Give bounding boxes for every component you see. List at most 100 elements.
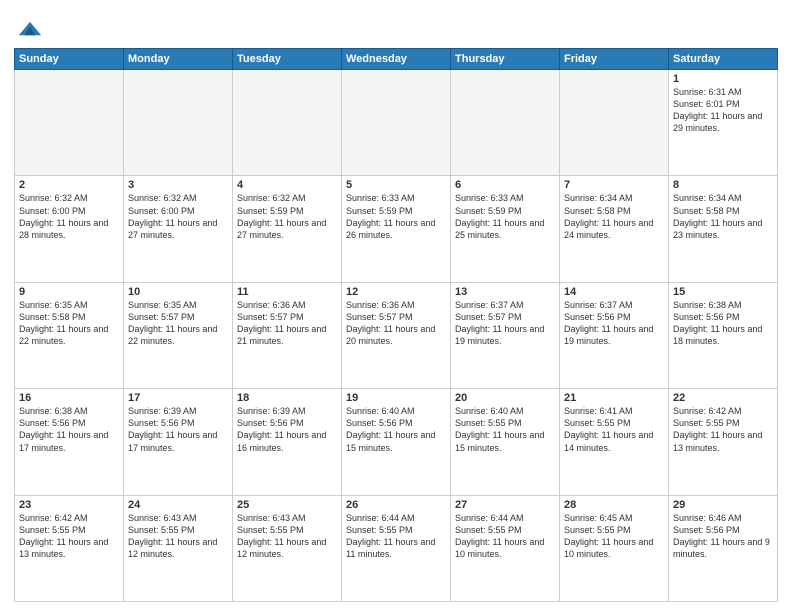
day-number: 28 xyxy=(564,499,664,511)
calendar-cell: 17Sunrise: 6:39 AM Sunset: 5:56 PM Dayli… xyxy=(124,389,233,495)
day-number: 7 xyxy=(564,179,664,191)
day-number: 14 xyxy=(564,286,664,298)
calendar-cell: 22Sunrise: 6:42 AM Sunset: 5:55 PM Dayli… xyxy=(669,389,778,495)
calendar-cell xyxy=(342,70,451,176)
day-info: Sunrise: 6:44 AM Sunset: 5:55 PM Dayligh… xyxy=(346,512,446,561)
calendar-cell xyxy=(560,70,669,176)
calendar-cell: 21Sunrise: 6:41 AM Sunset: 5:55 PM Dayli… xyxy=(560,389,669,495)
day-info: Sunrise: 6:40 AM Sunset: 5:55 PM Dayligh… xyxy=(455,405,555,454)
day-number: 6 xyxy=(455,179,555,191)
weekday-header-friday: Friday xyxy=(560,49,669,70)
calendar-row-4: 23Sunrise: 6:42 AM Sunset: 5:55 PM Dayli… xyxy=(15,495,778,601)
weekday-header-row: SundayMondayTuesdayWednesdayThursdayFrid… xyxy=(15,49,778,70)
day-info: Sunrise: 6:36 AM Sunset: 5:57 PM Dayligh… xyxy=(346,299,446,348)
day-info: Sunrise: 6:39 AM Sunset: 5:56 PM Dayligh… xyxy=(237,405,337,454)
day-number: 16 xyxy=(19,392,119,404)
day-number: 12 xyxy=(346,286,446,298)
weekday-header-thursday: Thursday xyxy=(451,49,560,70)
day-number: 10 xyxy=(128,286,228,298)
day-number: 4 xyxy=(237,179,337,191)
logo-icon xyxy=(16,14,44,42)
calendar-cell: 28Sunrise: 6:45 AM Sunset: 5:55 PM Dayli… xyxy=(560,495,669,601)
page: SundayMondayTuesdayWednesdayThursdayFrid… xyxy=(0,0,792,612)
day-info: Sunrise: 6:41 AM Sunset: 5:55 PM Dayligh… xyxy=(564,405,664,454)
day-info: Sunrise: 6:34 AM Sunset: 5:58 PM Dayligh… xyxy=(564,192,664,241)
day-number: 20 xyxy=(455,392,555,404)
calendar-cell: 3Sunrise: 6:32 AM Sunset: 6:00 PM Daylig… xyxy=(124,176,233,282)
calendar-cell: 11Sunrise: 6:36 AM Sunset: 5:57 PM Dayli… xyxy=(233,282,342,388)
day-number: 27 xyxy=(455,499,555,511)
day-info: Sunrise: 6:33 AM Sunset: 5:59 PM Dayligh… xyxy=(455,192,555,241)
calendar-cell: 18Sunrise: 6:39 AM Sunset: 5:56 PM Dayli… xyxy=(233,389,342,495)
day-info: Sunrise: 6:37 AM Sunset: 5:57 PM Dayligh… xyxy=(455,299,555,348)
calendar-cell xyxy=(15,70,124,176)
calendar-cell: 15Sunrise: 6:38 AM Sunset: 5:56 PM Dayli… xyxy=(669,282,778,388)
calendar-cell: 19Sunrise: 6:40 AM Sunset: 5:56 PM Dayli… xyxy=(342,389,451,495)
calendar-cell: 6Sunrise: 6:33 AM Sunset: 5:59 PM Daylig… xyxy=(451,176,560,282)
day-info: Sunrise: 6:45 AM Sunset: 5:55 PM Dayligh… xyxy=(564,512,664,561)
day-info: Sunrise: 6:37 AM Sunset: 5:56 PM Dayligh… xyxy=(564,299,664,348)
day-info: Sunrise: 6:32 AM Sunset: 5:59 PM Dayligh… xyxy=(237,192,337,241)
calendar-cell: 14Sunrise: 6:37 AM Sunset: 5:56 PM Dayli… xyxy=(560,282,669,388)
calendar-cell: 12Sunrise: 6:36 AM Sunset: 5:57 PM Dayli… xyxy=(342,282,451,388)
calendar-cell: 5Sunrise: 6:33 AM Sunset: 5:59 PM Daylig… xyxy=(342,176,451,282)
calendar-cell xyxy=(233,70,342,176)
calendar-cell xyxy=(124,70,233,176)
day-number: 22 xyxy=(673,392,773,404)
calendar-row-1: 2Sunrise: 6:32 AM Sunset: 6:00 PM Daylig… xyxy=(15,176,778,282)
calendar-cell: 24Sunrise: 6:43 AM Sunset: 5:55 PM Dayli… xyxy=(124,495,233,601)
day-info: Sunrise: 6:38 AM Sunset: 5:56 PM Dayligh… xyxy=(19,405,119,454)
calendar-cell: 20Sunrise: 6:40 AM Sunset: 5:55 PM Dayli… xyxy=(451,389,560,495)
calendar-cell: 16Sunrise: 6:38 AM Sunset: 5:56 PM Dayli… xyxy=(15,389,124,495)
header xyxy=(14,10,778,42)
day-number: 24 xyxy=(128,499,228,511)
logo xyxy=(14,14,44,42)
day-info: Sunrise: 6:43 AM Sunset: 5:55 PM Dayligh… xyxy=(237,512,337,561)
calendar-cell: 10Sunrise: 6:35 AM Sunset: 5:57 PM Dayli… xyxy=(124,282,233,388)
day-number: 21 xyxy=(564,392,664,404)
calendar-cell: 26Sunrise: 6:44 AM Sunset: 5:55 PM Dayli… xyxy=(342,495,451,601)
day-number: 17 xyxy=(128,392,228,404)
day-info: Sunrise: 6:40 AM Sunset: 5:56 PM Dayligh… xyxy=(346,405,446,454)
calendar-cell: 7Sunrise: 6:34 AM Sunset: 5:58 PM Daylig… xyxy=(560,176,669,282)
day-number: 1 xyxy=(673,73,773,85)
day-info: Sunrise: 6:32 AM Sunset: 6:00 PM Dayligh… xyxy=(19,192,119,241)
calendar-cell xyxy=(451,70,560,176)
calendar-row-2: 9Sunrise: 6:35 AM Sunset: 5:58 PM Daylig… xyxy=(15,282,778,388)
day-info: Sunrise: 6:46 AM Sunset: 5:56 PM Dayligh… xyxy=(673,512,773,561)
day-number: 19 xyxy=(346,392,446,404)
day-number: 9 xyxy=(19,286,119,298)
day-info: Sunrise: 6:35 AM Sunset: 5:57 PM Dayligh… xyxy=(128,299,228,348)
day-number: 18 xyxy=(237,392,337,404)
weekday-header-sunday: Sunday xyxy=(15,49,124,70)
calendar-cell: 13Sunrise: 6:37 AM Sunset: 5:57 PM Dayli… xyxy=(451,282,560,388)
weekday-header-saturday: Saturday xyxy=(669,49,778,70)
day-info: Sunrise: 6:39 AM Sunset: 5:56 PM Dayligh… xyxy=(128,405,228,454)
day-info: Sunrise: 6:31 AM Sunset: 6:01 PM Dayligh… xyxy=(673,86,773,135)
day-info: Sunrise: 6:35 AM Sunset: 5:58 PM Dayligh… xyxy=(19,299,119,348)
day-number: 2 xyxy=(19,179,119,191)
day-info: Sunrise: 6:34 AM Sunset: 5:58 PM Dayligh… xyxy=(673,192,773,241)
day-info: Sunrise: 6:42 AM Sunset: 5:55 PM Dayligh… xyxy=(19,512,119,561)
calendar-table: SundayMondayTuesdayWednesdayThursdayFrid… xyxy=(14,48,778,602)
day-number: 8 xyxy=(673,179,773,191)
day-number: 29 xyxy=(673,499,773,511)
day-info: Sunrise: 6:43 AM Sunset: 5:55 PM Dayligh… xyxy=(128,512,228,561)
calendar-row-3: 16Sunrise: 6:38 AM Sunset: 5:56 PM Dayli… xyxy=(15,389,778,495)
calendar-cell: 8Sunrise: 6:34 AM Sunset: 5:58 PM Daylig… xyxy=(669,176,778,282)
day-number: 5 xyxy=(346,179,446,191)
day-number: 23 xyxy=(19,499,119,511)
day-number: 25 xyxy=(237,499,337,511)
day-number: 13 xyxy=(455,286,555,298)
calendar-cell: 27Sunrise: 6:44 AM Sunset: 5:55 PM Dayli… xyxy=(451,495,560,601)
weekday-header-wednesday: Wednesday xyxy=(342,49,451,70)
day-info: Sunrise: 6:33 AM Sunset: 5:59 PM Dayligh… xyxy=(346,192,446,241)
calendar-cell: 1Sunrise: 6:31 AM Sunset: 6:01 PM Daylig… xyxy=(669,70,778,176)
calendar-cell: 25Sunrise: 6:43 AM Sunset: 5:55 PM Dayli… xyxy=(233,495,342,601)
weekday-header-tuesday: Tuesday xyxy=(233,49,342,70)
day-info: Sunrise: 6:36 AM Sunset: 5:57 PM Dayligh… xyxy=(237,299,337,348)
day-info: Sunrise: 6:42 AM Sunset: 5:55 PM Dayligh… xyxy=(673,405,773,454)
day-number: 26 xyxy=(346,499,446,511)
calendar-cell: 4Sunrise: 6:32 AM Sunset: 5:59 PM Daylig… xyxy=(233,176,342,282)
weekday-header-monday: Monday xyxy=(124,49,233,70)
